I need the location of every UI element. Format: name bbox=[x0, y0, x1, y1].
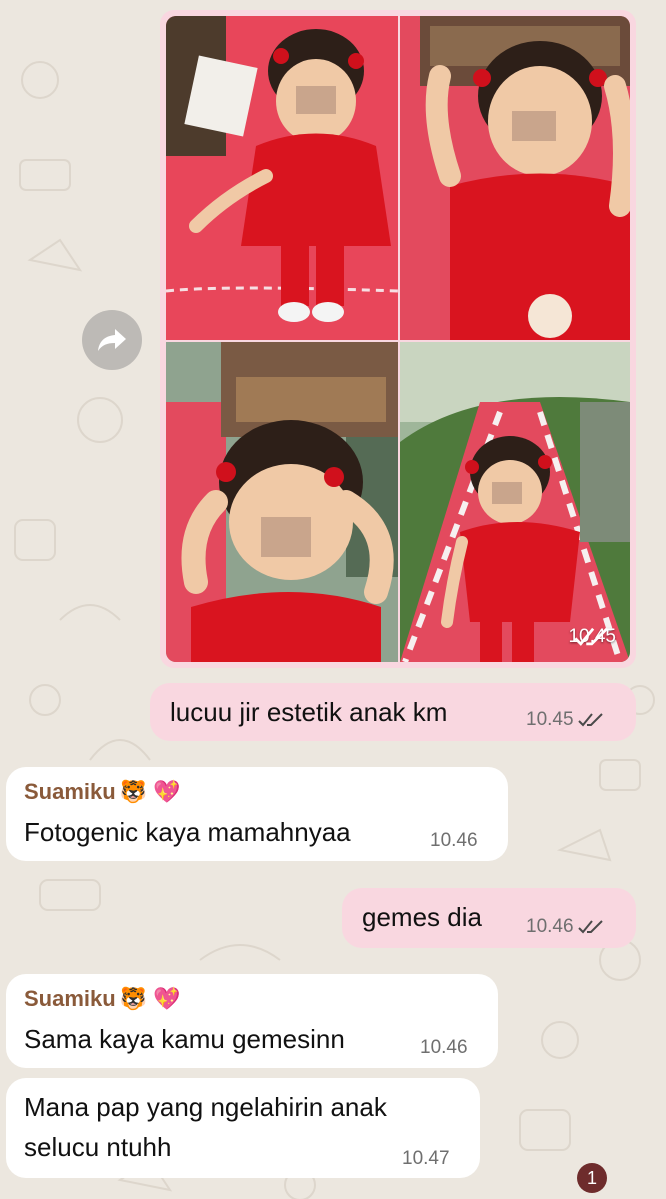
message-text: Fotogenic kaya mamahnyaa bbox=[24, 817, 351, 847]
photo-thumbnail[interactable] bbox=[400, 16, 630, 340]
photo-thumbnail[interactable] bbox=[166, 342, 398, 662]
unread-badge[interactable]: 1 bbox=[577, 1163, 607, 1193]
message-time: 10.47 bbox=[402, 1148, 450, 1169]
message-time: 10.46 bbox=[430, 830, 478, 851]
sender-emoji: 🐯 💖 bbox=[119, 779, 181, 804]
message-time: 10.46 bbox=[526, 916, 604, 938]
photo-grid: 10.45 bbox=[166, 16, 630, 662]
message-time: 10.46 bbox=[420, 1037, 468, 1058]
incoming-message[interactable]: Mana pap yang ngelahirin anak selucu ntu… bbox=[6, 1078, 480, 1178]
photo-album-message[interactable]: 10.45 bbox=[160, 10, 636, 668]
sender-name: Suamiku 🐯 💖 bbox=[24, 986, 181, 1011]
double-check-icon bbox=[574, 627, 609, 646]
incoming-message[interactable]: Suamiku 🐯 💖 Sama kaya kamu gemesinn 10.4… bbox=[6, 974, 498, 1068]
message-text: lucuu jir estetik anak km bbox=[170, 697, 448, 727]
message-text: gemes dia bbox=[362, 902, 482, 932]
double-check-icon bbox=[577, 713, 603, 727]
message-text: Mana pap yang ngelahirin anak bbox=[24, 1092, 387, 1122]
sender-emoji: 🐯 💖 bbox=[119, 986, 181, 1011]
photo-thumbnail[interactable]: 10.45 bbox=[400, 342, 630, 662]
message-time: 10.45 bbox=[526, 709, 604, 731]
incoming-message[interactable]: Suamiku 🐯 💖 Fotogenic kaya mamahnyaa 10.… bbox=[6, 767, 508, 861]
photo-timestamp: 10.45 bbox=[568, 626, 616, 647]
outgoing-message[interactable]: gemes dia 10.46 bbox=[342, 888, 636, 948]
forward-arrow-icon bbox=[98, 329, 126, 351]
sender-name: Suamiku 🐯 💖 bbox=[24, 779, 181, 804]
message-text: Sama kaya kamu gemesinn bbox=[24, 1024, 345, 1054]
double-check-icon bbox=[577, 920, 603, 934]
forward-button[interactable] bbox=[82, 310, 142, 370]
message-text: selucu ntuhh bbox=[24, 1132, 172, 1162]
outgoing-message[interactable]: lucuu jir estetik anak km 10.45 bbox=[150, 683, 636, 741]
photo-thumbnail[interactable] bbox=[166, 16, 398, 340]
